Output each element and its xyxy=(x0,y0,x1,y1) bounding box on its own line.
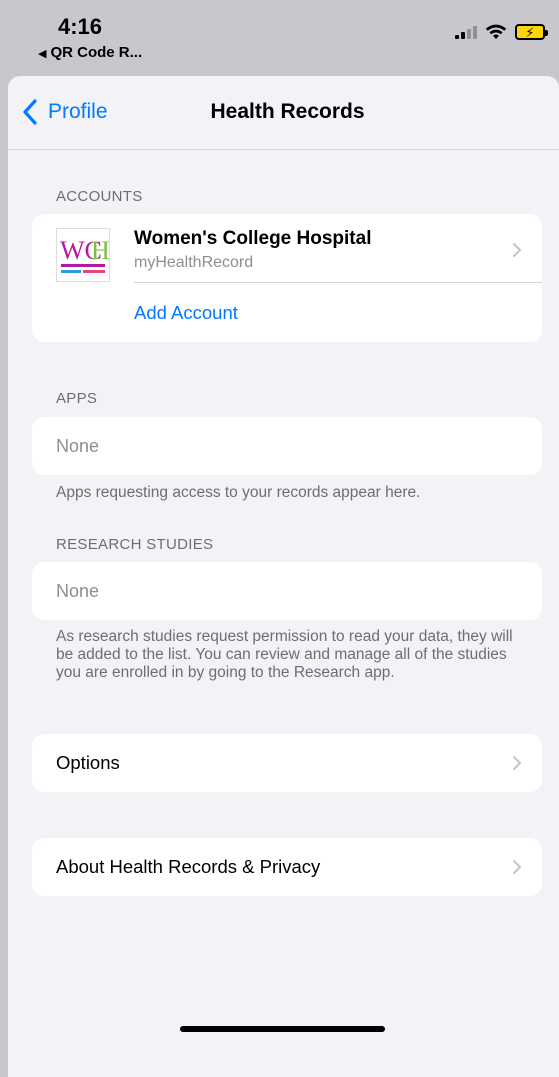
status-icons: ⚡ xyxy=(455,22,548,42)
options-row[interactable]: Options xyxy=(32,734,542,792)
cellular-signal-icon xyxy=(455,25,477,39)
research-section-header: RESEARCH STUDIES xyxy=(56,536,214,553)
apps-empty-label: None xyxy=(56,436,100,456)
research-empty-label: None xyxy=(56,581,100,601)
apps-footer-text: Apps requesting access to your records a… xyxy=(56,484,421,501)
research-footer-text: As research studies request permission t… xyxy=(56,628,513,681)
about-row[interactable]: About Health Records & Privacy xyxy=(32,838,542,896)
health-records-sheet: Profile Health Records ACCOUNTS WC H Wom… xyxy=(8,76,559,1077)
account-row[interactable]: WC H Women's College Hospital myHealthRe… xyxy=(32,214,542,282)
chevron-right-icon xyxy=(513,243,521,257)
back-app-label: QR Code R... xyxy=(50,44,143,61)
accounts-section-header: ACCOUNTS xyxy=(56,188,143,205)
battery-charging-icon: ⚡ xyxy=(515,24,548,40)
home-indicator[interactable] xyxy=(180,1026,385,1032)
add-account-button[interactable]: Add Account xyxy=(134,302,238,324)
hospital-logo-image: WC H xyxy=(60,236,110,273)
account-subtitle: myHealthRecord xyxy=(134,254,254,271)
chevron-right-icon xyxy=(513,860,521,874)
navigation-bar: Profile Health Records xyxy=(8,76,559,150)
wifi-icon xyxy=(485,24,507,39)
apps-card: None xyxy=(32,417,542,475)
options-label: Options xyxy=(56,752,120,773)
accounts-card: WC H Women's College Hospital myHealthRe… xyxy=(32,214,542,342)
apps-section-header: APPS xyxy=(56,390,98,407)
back-triangle-icon: ◀ xyxy=(38,48,47,60)
status-time: 4:16 xyxy=(58,14,103,39)
logo-letter-h: H xyxy=(91,236,109,265)
research-card: None xyxy=(32,562,542,620)
account-name: Women's College Hospital xyxy=(134,228,372,249)
hospital-logo: WC H xyxy=(56,228,110,282)
about-label: About Health Records & Privacy xyxy=(56,856,321,877)
chevron-right-icon xyxy=(513,756,521,770)
page-title: Health Records xyxy=(210,100,365,123)
screen: 4:16 ◀ QR Code R... ⚡ Profile Health Rec… xyxy=(0,0,559,1077)
bolt-icon: ⚡ xyxy=(525,24,535,40)
divider xyxy=(134,282,542,283)
back-to-app-link[interactable]: ◀ QR Code R... xyxy=(38,44,142,61)
status-bar: 4:16 ◀ QR Code R... ⚡ xyxy=(0,0,559,74)
